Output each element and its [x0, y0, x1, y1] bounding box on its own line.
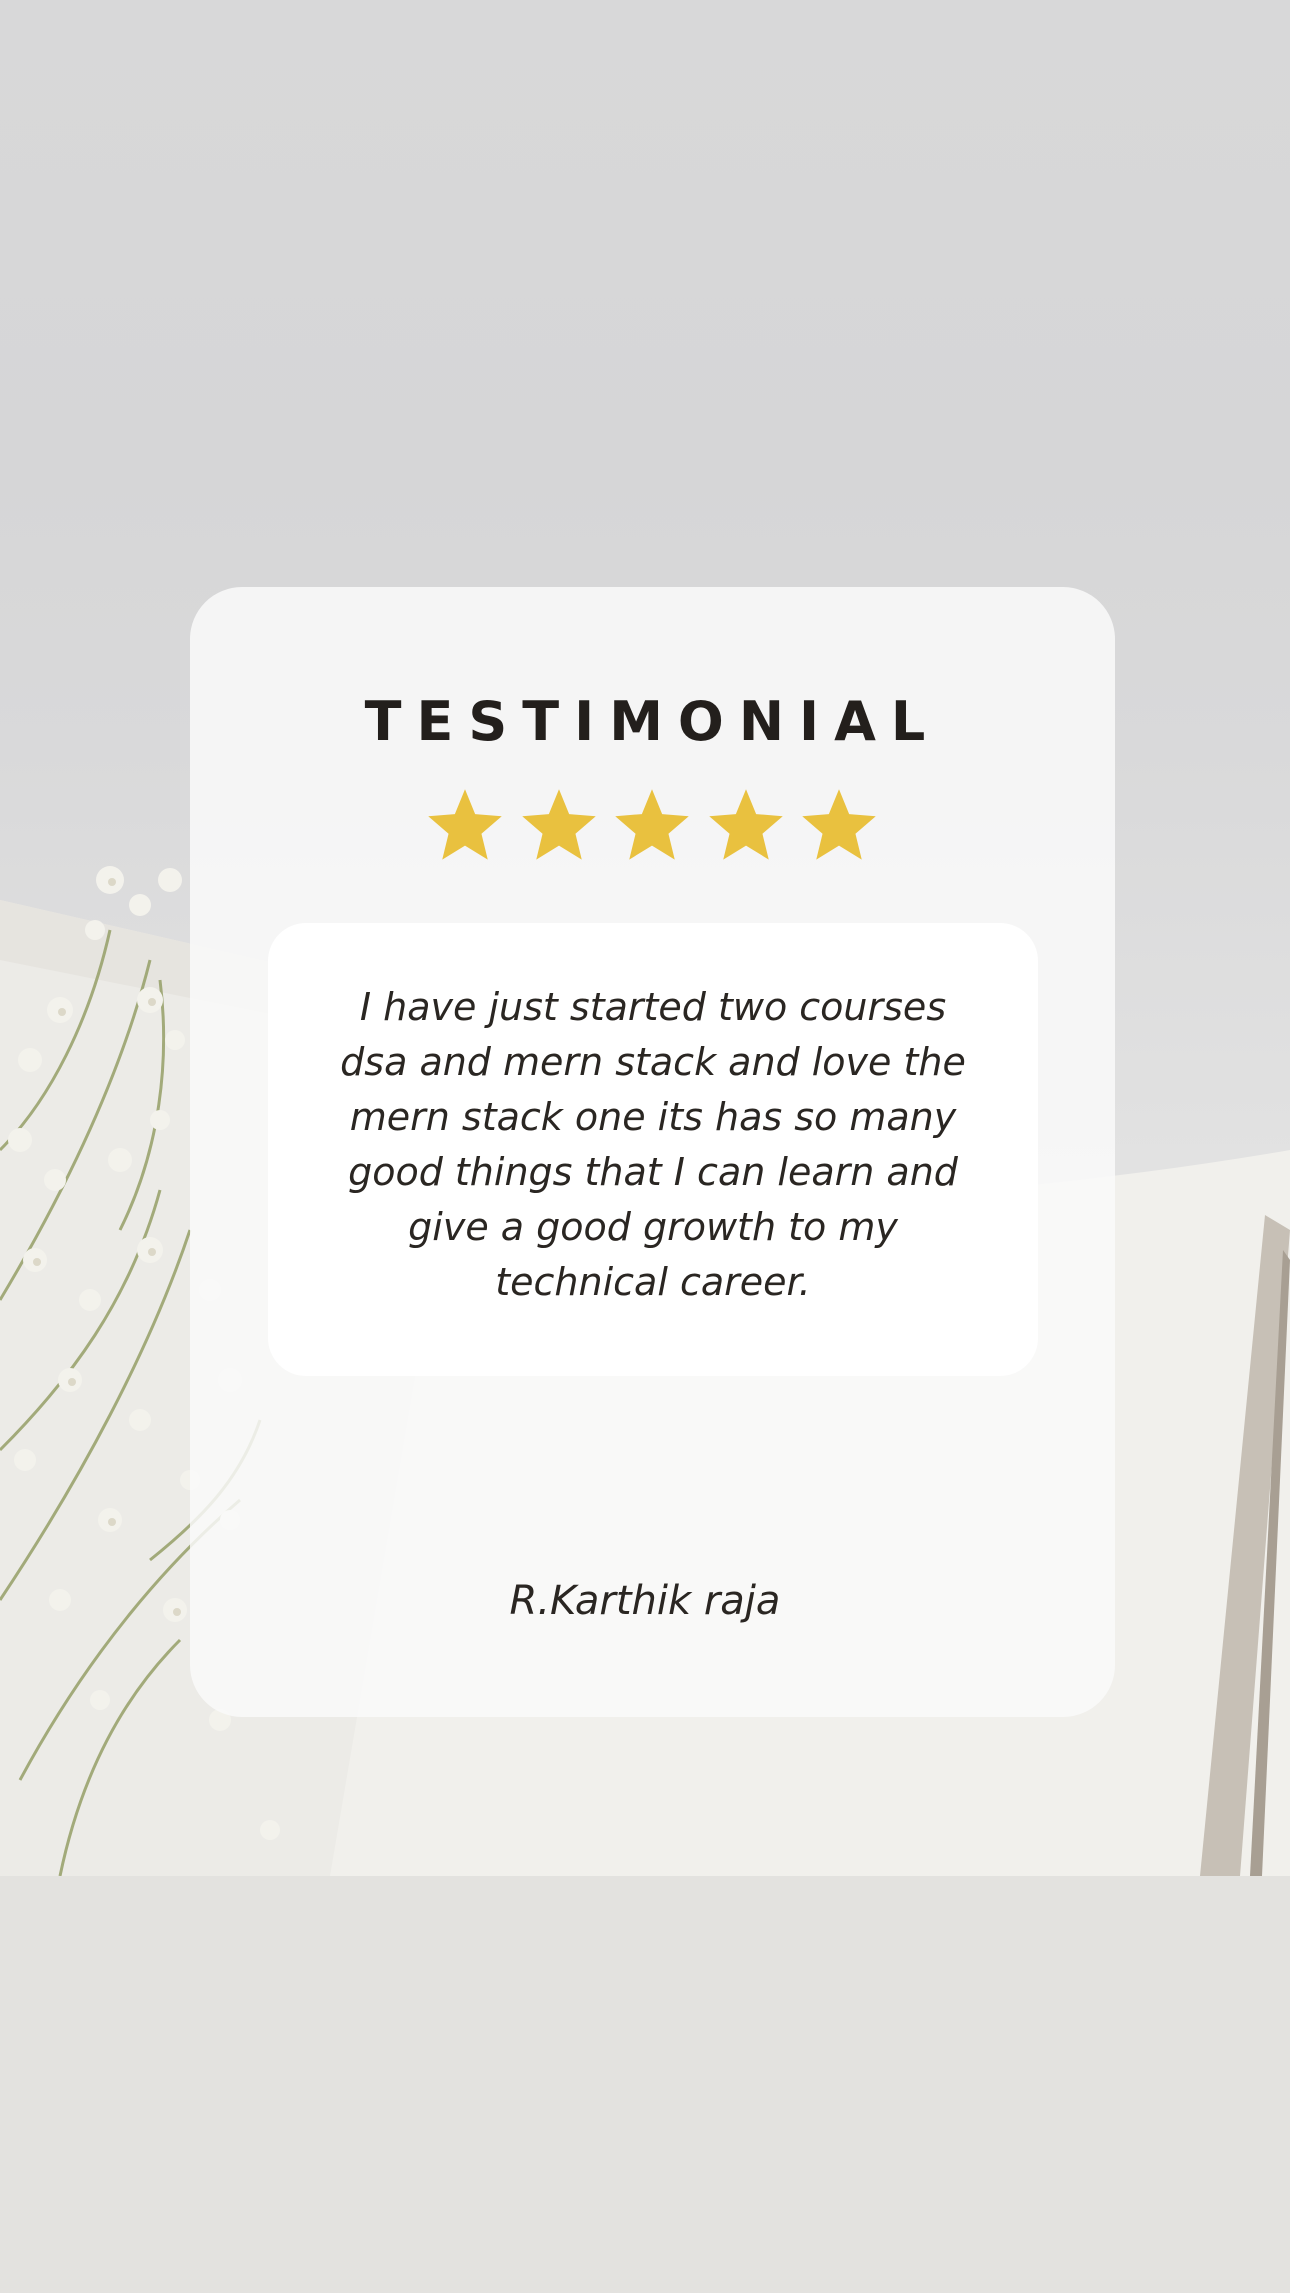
star-icon [521, 789, 596, 860]
star-icon [615, 789, 689, 860]
testimonial-author: R.Karthik raja [509, 1578, 781, 1624]
testimonial-title: TESTIMONIAL [364, 690, 941, 753]
bottom-band [0, 1876, 1290, 2293]
star-icon [802, 789, 876, 860]
star-icon [428, 789, 502, 860]
star-icon [708, 789, 783, 860]
star-rating [422, 784, 882, 868]
testimonial-quote: I have just started two courses dsa and … [340, 985, 966, 1304]
